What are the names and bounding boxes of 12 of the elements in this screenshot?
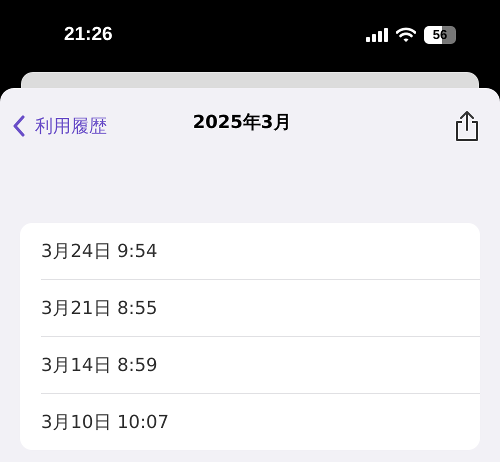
wifi-icon [396,27,416,42]
status-time: 21:26 [64,24,113,46]
history-entry[interactable]: 3月14日 8:59 [41,353,158,377]
nav-title: 2025年3月 [192,111,292,134]
history-entry[interactable]: 3月24日 9:54 [41,239,158,263]
back-button[interactable]: 利用履歴 [12,114,107,138]
battery-icon: 56 [424,26,456,44]
history-entry[interactable]: 3月10日 10:07 [41,410,169,434]
chevron-left-icon [12,115,25,137]
history-entry[interactable]: 3月21日 8:55 [41,296,158,320]
share-icon[interactable] [454,110,480,142]
signal-icon [366,28,388,42]
